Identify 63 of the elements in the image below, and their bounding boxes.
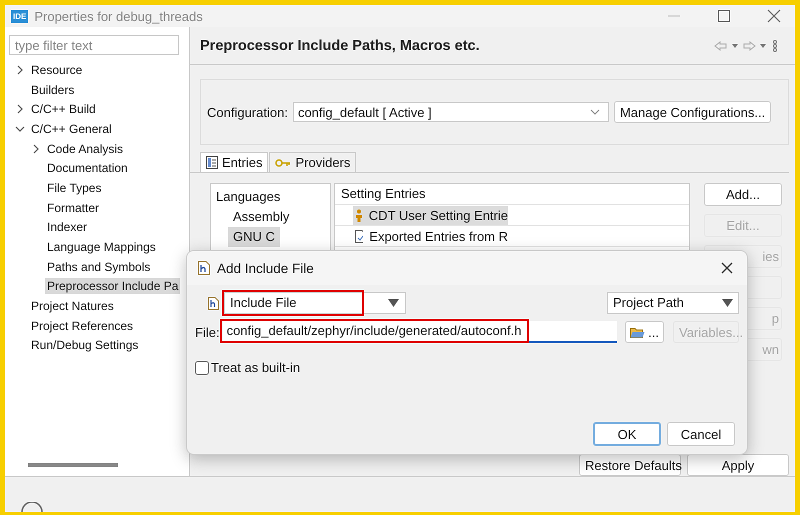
cancel-button[interactable]: Cancel [667,422,735,446]
language-item[interactable]: GNU C [228,227,280,247]
tree-item[interactable]: Indexer [45,219,90,236]
list-icon [206,156,218,169]
ok-button[interactable]: OK [593,422,661,446]
tree-item[interactable]: Builders [29,82,76,98]
list-heading: Languages [216,188,282,206]
filter-field[interactable]: type filter text [9,35,179,55]
app-icon: IDE [11,10,28,22]
tree-item[interactable]: C/C++ Build [29,101,98,118]
collapsed-chevron-icon[interactable] [15,64,25,75]
chevron-down-icon [590,109,600,115]
document-icon [355,230,364,242]
tree-item[interactable]: Preprocessor Include Pa [45,278,180,294]
dropdown-arrow-icon [722,299,733,307]
path-type-dropdown[interactable]: Project Path [607,292,739,314]
tree-item[interactable]: Project References [29,318,136,334]
tree-item[interactable]: C/C++ General [29,120,114,137]
footer-button[interactable]: Apply [687,454,789,476]
window-title: Properties for debug_threads [34,8,204,24]
folder-icon [630,326,646,338]
tree-item[interactable]: Code Analysis [45,140,126,157]
tree-item[interactable]: Project Natures [29,298,116,314]
configuration-label: Configuration: [207,104,288,120]
type-dropdown[interactable]: Include File [224,292,406,314]
manage-configurations-button[interactable]: Manage Configurations... [614,101,772,123]
collapsed-chevron-icon[interactable] [15,104,25,114]
checkbox-label: Treat as built-in [211,360,300,375]
tree-item[interactable]: Formatter [45,200,102,216]
header-file-icon [198,261,210,275]
tree-item[interactable]: Language Mappings [45,239,158,256]
configuration-dropdown[interactable]: config_default [ Active ] [292,102,609,122]
tree-item[interactable]: File Types [45,180,104,196]
collapsed-chevron-icon[interactable] [31,144,41,154]
footer-button[interactable]: Restore Defaults [579,454,681,476]
tab[interactable]: Providers [269,152,356,172]
dialog-title: Add Include File [217,260,314,276]
tree-item[interactable]: Paths and Symbols [45,258,152,275]
expanded-chevron-icon[interactable] [15,124,25,134]
tab[interactable]: Entries [200,152,268,172]
person-icon [355,208,363,222]
scrollbar-thumb[interactable] [28,463,118,467]
file-label: File: [195,324,220,340]
close-icon[interactable] [767,9,781,23]
tree-item[interactable]: Resource [29,62,84,78]
tree-item[interactable]: Run/Debug Settings [29,337,140,354]
dropdown-arrow-icon [388,299,399,307]
navigation-arrows-icon[interactable] [713,38,779,52]
key-icon [275,158,292,166]
close-icon[interactable] [721,262,733,274]
language-item[interactable]: Assembly [228,207,294,227]
side-button[interactable]: Add... [704,183,782,206]
entry-row[interactable]: CDT User Setting Entrie [353,206,508,224]
column-header: Setting Entries [335,184,689,205]
checkbox[interactable] [195,360,209,374]
file-path-field[interactable]: config_default/zephyr/include/generated/autoconf.h [222,321,618,343]
tree-item[interactable]: Documentation [45,160,130,176]
header-file-icon [208,296,219,310]
page-title: Preprocessor Include Paths, Macros etc. [200,38,480,54]
maximize-icon[interactable] [717,9,731,23]
browse-button[interactable]: ... [625,321,664,343]
help-icon[interactable] [21,502,43,512]
entry-row[interactable]: Exported Entries from R [353,226,508,246]
